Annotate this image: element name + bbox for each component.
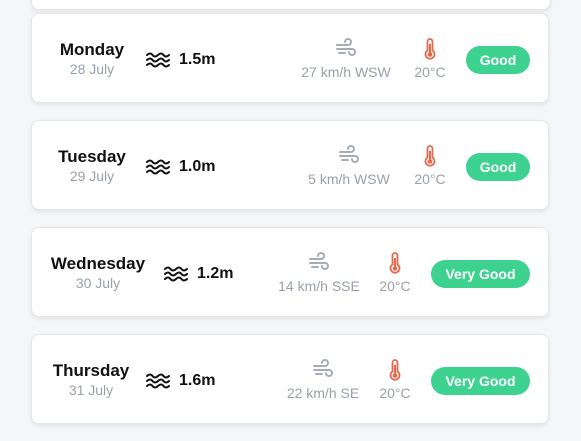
forecast-card-thursday[interactable]: Thursday 31 July 1.6m 22 km/h SE 20°C Ve…	[31, 334, 549, 424]
wave-height-group: 1.2m	[164, 264, 233, 284]
waves-icon	[146, 373, 170, 389]
day-name: Monday	[59, 40, 125, 59]
temperature: 20°C	[379, 385, 411, 401]
wave-height: 1.6m	[179, 372, 216, 389]
previous-forecast-card	[31, 0, 551, 10]
waves-icon	[164, 266, 188, 282]
thermometer-icon	[424, 145, 436, 167]
rating-badge: Very Good	[431, 367, 530, 395]
wave-height-group: 1.6m	[146, 371, 215, 391]
temperature-group: 20°C	[410, 38, 450, 80]
forecast-card-tuesday[interactable]: Tuesday 29 July 1.0m 5 km/h WSW 20°C Goo…	[31, 120, 549, 210]
day-name: Wednesday	[50, 254, 146, 273]
wind-speed-direction: 22 km/h SE	[286, 385, 360, 401]
forecast-card-monday[interactable]: Monday 28 July 1.5m 27 km/h WSW 20°C Goo…	[31, 13, 549, 103]
day-date: 30 July	[75, 275, 121, 291]
wave-height: 1.5m	[179, 51, 216, 68]
waves-icon	[146, 52, 170, 68]
wind-group: 5 km/h WSW	[304, 145, 394, 187]
thermometer-icon	[389, 252, 401, 274]
wind-group: 14 km/h SSE	[274, 252, 364, 294]
day-name: Tuesday	[58, 147, 126, 166]
day-date: 28 July	[69, 61, 115, 77]
temperature: 20°C	[379, 278, 411, 294]
wind-icon	[339, 145, 359, 163]
wind-icon	[313, 359, 333, 377]
wave-height: 1.2m	[197, 265, 234, 282]
day-date: 29 July	[69, 168, 115, 184]
day-label: Monday 28 July	[32, 40, 152, 78]
temperature-group: 20°C	[410, 145, 450, 187]
wave-height-group: 1.5m	[146, 50, 215, 70]
day-date: 31 July	[68, 382, 114, 398]
day-label: Tuesday 29 July	[32, 147, 152, 185]
rating-badge: Very Good	[431, 260, 530, 288]
wind-speed-direction: 5 km/h WSW	[308, 171, 390, 187]
wave-height: 1.0m	[179, 158, 216, 175]
day-label: Wednesday 30 July	[38, 254, 158, 292]
temperature-group: 20°C	[375, 359, 415, 401]
temperature: 20°C	[414, 64, 446, 80]
day-label: Thursday 31 July	[31, 361, 151, 399]
thermometer-icon	[389, 359, 401, 381]
temperature: 20°C	[414, 171, 446, 187]
wind-icon	[309, 252, 329, 270]
wind-speed-direction: 27 km/h WSW	[301, 64, 391, 80]
day-name: Thursday	[52, 361, 130, 380]
temperature-group: 20°C	[375, 252, 415, 294]
waves-icon	[146, 159, 170, 175]
wave-height-group: 1.0m	[146, 157, 215, 177]
rating-badge: Good	[466, 46, 530, 74]
wind-speed-direction: 14 km/h SSE	[278, 278, 360, 294]
thermometer-icon	[424, 38, 436, 60]
wind-group: 27 km/h WSW	[298, 38, 394, 80]
rating-badge: Good	[466, 153, 530, 181]
wind-group: 22 km/h SE	[278, 359, 368, 401]
wind-icon	[336, 38, 356, 56]
forecast-card-wednesday[interactable]: Wednesday 30 July 1.2m 14 km/h SSE 20°C …	[31, 227, 549, 317]
